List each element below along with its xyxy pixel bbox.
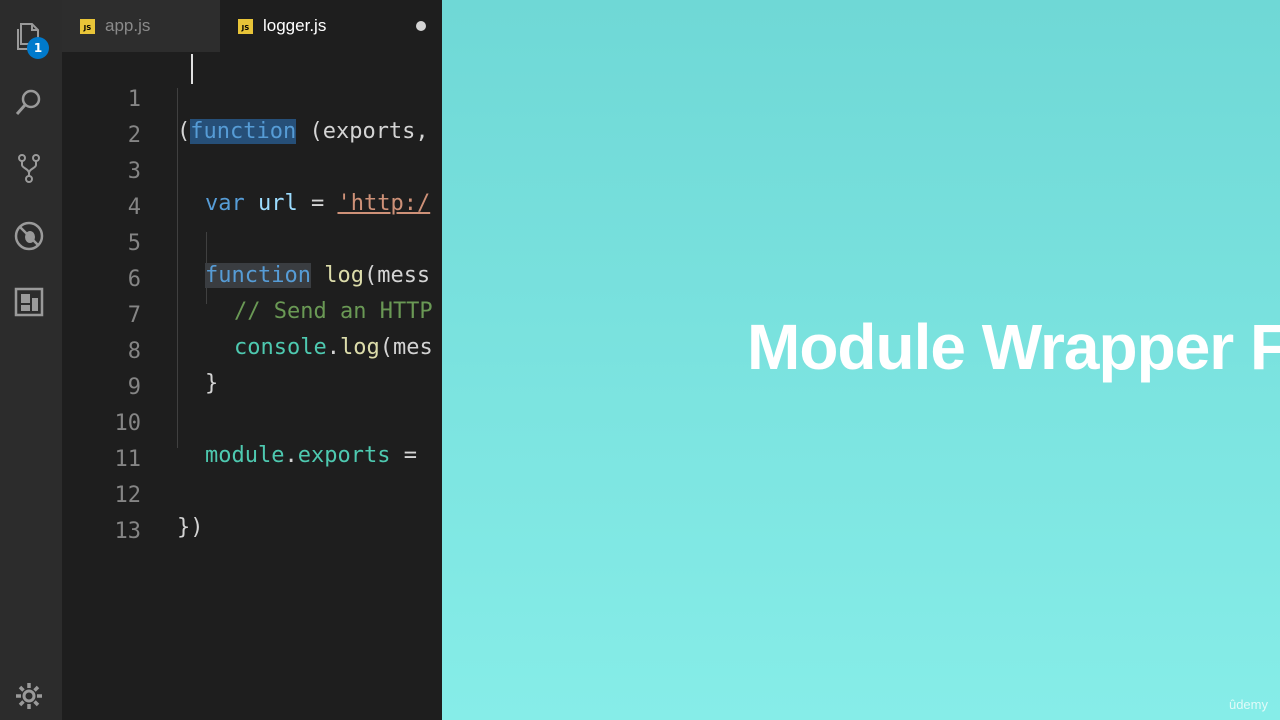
code-line-1: 1 (function (exports, bbox=[62, 52, 442, 144]
code-line-12: 12 }) bbox=[62, 448, 442, 540]
code-line-13: 13 bbox=[62, 484, 442, 544]
code-line-10: 10 module.exports = bbox=[62, 376, 442, 468]
tab-label: logger.js bbox=[263, 16, 327, 35]
extensions-icon[interactable] bbox=[11, 284, 47, 320]
slide-title: Module Wrapper F bbox=[747, 311, 1280, 383]
code-line-6: 6 // Send an HTTP bbox=[62, 232, 442, 324]
code-editor[interactable]: 1 (function (exports, 2 3 var url = 'htt… bbox=[62, 52, 442, 720]
unsaved-dot-icon[interactable] bbox=[416, 21, 426, 31]
code-line-4: 4 bbox=[62, 160, 442, 220]
activity-bar: 1 bbox=[0, 0, 62, 720]
code-line-5: 5 function log(mess bbox=[62, 196, 442, 288]
text-cursor bbox=[191, 54, 193, 84]
code-line-3: 3 var url = 'http:/ bbox=[62, 124, 442, 216]
code-line-9: 9 bbox=[62, 340, 442, 400]
code-line-2: 2 bbox=[62, 88, 442, 148]
tab-bar: JS app.js JS logger.js bbox=[62, 0, 442, 52]
code-line-11: 11 bbox=[62, 412, 442, 472]
gear-icon[interactable] bbox=[11, 678, 47, 714]
js-file-icon: JS bbox=[238, 18, 253, 34]
source-control-icon[interactable] bbox=[11, 150, 47, 186]
tab-label: app.js bbox=[105, 16, 151, 35]
explorer-badge: 1 bbox=[27, 37, 49, 59]
code-line-7: 7 console.log(mes bbox=[62, 268, 442, 360]
js-file-icon: JS bbox=[80, 18, 95, 34]
tab-app-js[interactable]: JS app.js bbox=[62, 0, 220, 52]
search-icon[interactable] bbox=[11, 84, 47, 120]
debug-icon[interactable] bbox=[11, 218, 47, 254]
udemy-watermark: ûdemy bbox=[1228, 697, 1268, 712]
line-number: 13 bbox=[114, 519, 142, 544]
slide-overlay: Module Wrapper F ûdemy bbox=[442, 0, 1280, 720]
tab-logger-js[interactable]: JS logger.js bbox=[220, 0, 442, 52]
code-line-8: 8 } bbox=[62, 304, 442, 396]
